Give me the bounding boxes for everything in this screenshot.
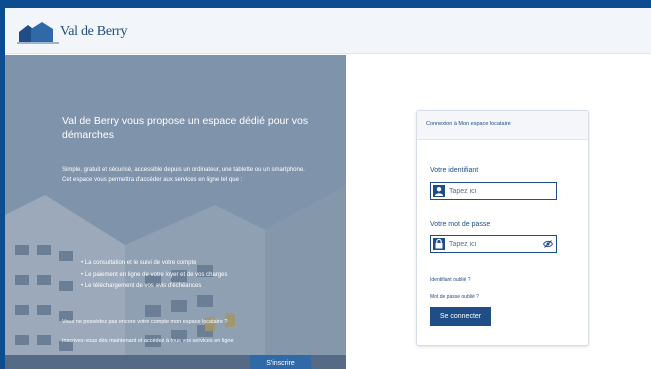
login-card: Connexion à Mon espace locataire Votre i…	[416, 110, 589, 346]
user-icon	[433, 185, 445, 197]
logo-house-icon	[17, 22, 59, 44]
login-button[interactable]: Se connecter	[430, 307, 491, 326]
site-header: Val de Berry	[5, 8, 651, 54]
list-item: • Le paiement en ligne de votre loyer et…	[81, 271, 228, 278]
password-label: Votre mot de passe	[430, 221, 491, 228]
signup-button[interactable]: S'inscrire	[250, 355, 311, 369]
password-input[interactable]	[449, 236, 539, 252]
hero-description: Simple, gratuit et sécurisé, accessible …	[62, 165, 322, 185]
hero-panel: Val de Berry vous propose un espace dédi…	[5, 55, 346, 369]
hero-text-1: Simple, gratuit et sécurisé, accessible …	[62, 167, 305, 173]
signup-question: Vous ne possédez pas encore votre compte…	[62, 319, 228, 325]
signup-invite: Inscrivez-vous dès maintenant et accédez…	[62, 338, 234, 344]
list-item: • Le téléchargement de vos avis d'échéan…	[81, 283, 202, 289]
password-field[interactable]	[430, 235, 557, 253]
logo-text: Val de Berry	[60, 24, 128, 39]
list-item: • La consultation et le suivi de votre c…	[81, 260, 197, 266]
lock-icon	[433, 238, 445, 250]
page: Val de Berry Val de Berry vous propose u…	[5, 8, 651, 369]
services-list: • La consultation et le suivi de votre c…	[81, 258, 228, 293]
identifier-input[interactable]	[449, 183, 539, 199]
identifier-label: Votre identifiant	[430, 167, 479, 174]
forgot-password-link[interactable]: Mot de passe oublié ?	[430, 294, 479, 300]
hero-title: Val de Berry vous propose un espace dédi…	[62, 115, 309, 141]
show-password-icon[interactable]	[543, 239, 553, 249]
logo[interactable]: Val de Berry	[17, 20, 127, 44]
forgot-identifier-link[interactable]: Identifiant oublié ?	[430, 277, 471, 283]
login-card-title: Connexion à Mon espace locataire	[426, 121, 511, 127]
login-card-header: Connexion à Mon espace locataire	[417, 111, 588, 140]
hero-text-2: Cet espace vous permettra d'accéder aux …	[62, 177, 243, 183]
identifier-field[interactable]	[430, 182, 557, 200]
